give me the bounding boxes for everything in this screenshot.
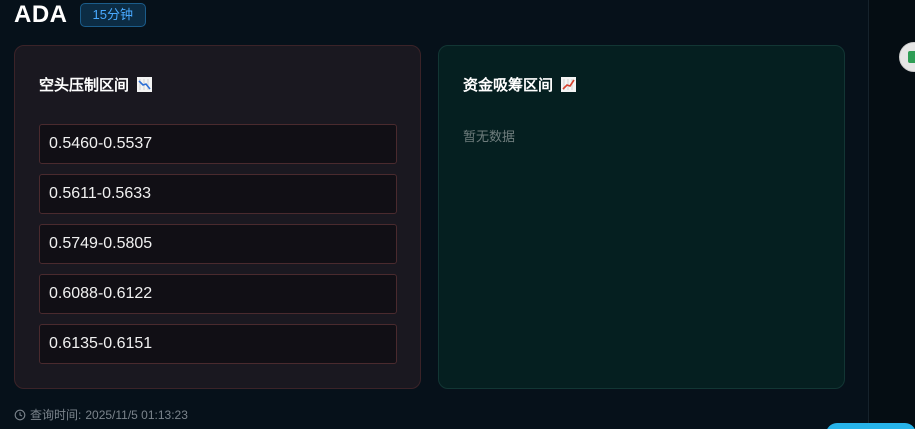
clock-icon: [14, 409, 26, 421]
side-toggle-icon: [908, 51, 915, 63]
range-item: 0.6135-0.6151: [39, 324, 397, 364]
support-panel-title: 资金吸筹区间: [463, 74, 577, 95]
timeframe-badge[interactable]: 15分钟: [79, 3, 146, 27]
header: ADA 15分钟: [14, 0, 146, 30]
range-item: 0.5611-0.5633: [39, 174, 397, 214]
range-item: 0.5749-0.5805: [39, 224, 397, 264]
chart-increasing-icon: [561, 77, 577, 92]
empty-state-text: 暂无数据: [463, 129, 516, 144]
query-time-label: 查询时间:: [30, 408, 82, 422]
resistance-panel: 空头压制区间 0.5460-0.5537 0.5611-0.5633 0.574…: [14, 45, 421, 389]
support-panel: 资金吸筹区间 暂无数据: [438, 45, 845, 389]
page: ADA 15分钟 空头压制区间 0.5460-0.5537 0.5611-0.5…: [0, 0, 915, 429]
range-item: 0.6088-0.6122: [39, 274, 397, 314]
range-item: 0.5460-0.5537: [39, 124, 397, 164]
query-time: 查询时间: 2025/11/5 01:13:23: [14, 406, 188, 423]
resistance-range-list: 0.5460-0.5537 0.5611-0.5633 0.5749-0.580…: [39, 124, 397, 374]
symbol-title: ADA: [14, 1, 68, 28]
resistance-panel-title-text: 空头压制区间: [39, 77, 130, 94]
floating-action-button[interactable]: [826, 423, 915, 429]
resistance-panel-title: 空头压制区间: [39, 74, 153, 95]
support-panel-title-text: 资金吸筹区间: [463, 77, 554, 94]
query-time-value: 2025/11/5 01:13:23: [85, 407, 188, 422]
chart-decreasing-icon: [137, 77, 153, 92]
